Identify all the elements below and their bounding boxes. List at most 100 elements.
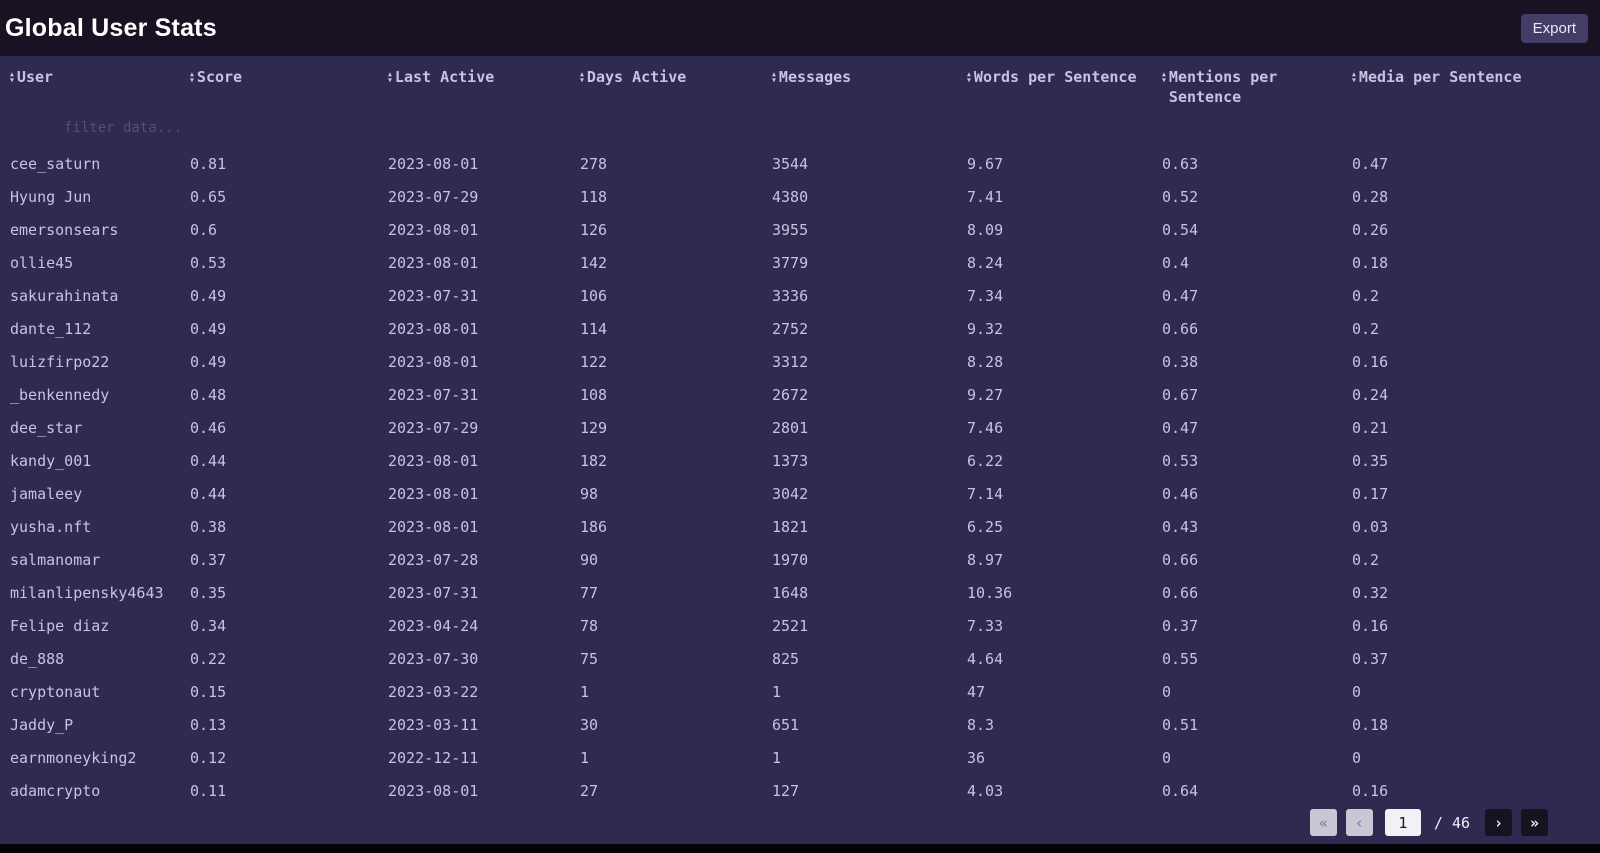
cell-messages: 127: [772, 781, 800, 800]
table-row: Felipe diaz 0.34 2023-04-24 78 2521 7.33 0.37 0…: [0, 610, 1600, 643]
cell-score: 0.38: [190, 517, 227, 536]
cell-messages: 2672: [772, 385, 809, 404]
cell-messages: 3042: [772, 484, 809, 503]
cell-last-active: 2023-08-01: [388, 253, 479, 272]
sort-down-arrow: ▼: [967, 76, 971, 85]
cell-mentions-per-sentence: 0: [1162, 748, 1172, 767]
cell-words-per-sentence: 9.27: [967, 385, 1004, 404]
table-row: ollie45 0.53 2023-08-01 142 3779 8.24 0.4 0.18: [0, 247, 1600, 280]
cell-messages: 1970: [772, 550, 809, 569]
sort-down-arrow: ▼: [388, 76, 392, 85]
sort-down-arrow: ▼: [1162, 76, 1166, 85]
cell-days-active: 186: [580, 517, 608, 536]
column-label: Score: [196, 68, 243, 86]
next-page-button[interactable]: ›: [1485, 809, 1512, 836]
sort-icon[interactable]: ▲ ▼: [10, 71, 14, 84]
cell-last-active: 2023-08-01: [388, 319, 479, 338]
sort-icon[interactable]: ▲ ▼: [1162, 71, 1166, 85]
cell-score: 0.6: [190, 220, 218, 239]
table-body: cee_saturn 0.81 2023-08-01 278 3544 9.67 0.63 0…: [0, 148, 1600, 808]
cell-messages: 1: [772, 682, 782, 701]
last-page-button[interactable]: »: [1521, 809, 1548, 836]
cell-days-active: 114: [580, 319, 608, 338]
cell-score: 0.49: [190, 286, 227, 305]
cell-days-active: 182: [580, 451, 608, 470]
column-header-mentions-per-sentence[interactable]: ▲ ▼ Mentions per Sentence: [1162, 56, 1352, 112]
sort-icon[interactable]: ▲ ▼: [190, 71, 194, 84]
cell-user: cryptonaut: [10, 682, 101, 701]
cell-last-active: 2023-07-29: [388, 418, 479, 437]
column-header-messages[interactable]: ▲ ▼ Messages: [772, 56, 967, 112]
cell-days-active: 126: [580, 220, 608, 239]
cell-user: de_888: [10, 649, 65, 668]
export-button[interactable]: Export: [1520, 13, 1588, 43]
sort-icon[interactable]: ▲ ▼: [772, 71, 776, 84]
cell-mentions-per-sentence: 0.43: [1162, 517, 1199, 536]
table-row: dee_star 0.46 2023-07-29 129 2801 7.46 0.47 0.2…: [0, 412, 1600, 445]
cell-last-active: 2023-07-29: [388, 187, 479, 206]
sort-icon[interactable]: ▲ ▼: [388, 71, 392, 85]
column-header-media-per-sentence[interactable]: ▲ ▼ Media per Sentence: [1352, 56, 1600, 112]
column-header-score[interactable]: ▲ ▼ Score: [190, 56, 388, 112]
cell-user: luizfirpo22: [10, 352, 110, 371]
prev-page-button[interactable]: ‹: [1345, 809, 1373, 836]
table-row: cee_saturn 0.81 2023-08-01 278 3544 9.67 0.63 0…: [0, 148, 1600, 181]
cell-last-active: 2023-08-01: [388, 154, 479, 173]
cell-user: emersonsears: [10, 220, 119, 239]
cell-score: 0.22: [190, 649, 227, 668]
sort-icon[interactable]: ▲ ▼: [967, 71, 971, 85]
cell-mentions-per-sentence: 0.66: [1162, 583, 1199, 602]
cell-messages: 2521: [772, 616, 809, 635]
cell-mentions-per-sentence: 0.4: [1162, 253, 1190, 272]
cell-mentions-per-sentence: 0.55: [1162, 649, 1199, 668]
cell-words-per-sentence: 7.41: [967, 187, 1004, 206]
table-row: sakurahinata 0.49 2023-07-31 106 3336 7.34 0.4…: [0, 280, 1600, 313]
column-header-user[interactable]: ▲ ▼ User: [0, 56, 190, 112]
cell-messages: 3312: [772, 352, 809, 371]
cell-score: 0.44: [190, 484, 227, 503]
cell-mentions-per-sentence: 0.47: [1162, 286, 1199, 305]
cell-last-active: 2023-07-30: [388, 649, 479, 668]
table-header-row: ▲ ▼ User ▲ ▼ Score ▲ ▼ Last Active ▲ ▼ Days Active ▲…: [0, 56, 1600, 112]
sort-icon[interactable]: ▲ ▼: [1352, 71, 1356, 84]
cell-mentions-per-sentence: 0.67: [1162, 385, 1199, 404]
cell-words-per-sentence: 6.25: [967, 517, 1004, 536]
total-pages: 46: [1451, 813, 1470, 832]
cell-score: 0.44: [190, 451, 227, 470]
cell-score: 0.53: [190, 253, 227, 272]
table-row: kandy_001 0.44 2023-08-01 182 1373 6.22 0.53 0.…: [0, 445, 1600, 478]
filter-input[interactable]: [0, 115, 180, 140]
cell-media-per-sentence: 0.16: [1352, 616, 1389, 635]
sort-down-arrow: ▼: [580, 76, 584, 85]
cell-last-active: 2023-07-31: [388, 385, 479, 404]
cell-score: 0.46: [190, 418, 227, 437]
column-header-last-active[interactable]: ▲ ▼ Last Active: [388, 56, 580, 112]
table-row: emersonsears 0.6 2023-08-01 126 3955 8.09 0.54…: [0, 214, 1600, 247]
cell-score: 0.37: [190, 550, 227, 569]
cell-days-active: 1: [580, 748, 590, 767]
column-header-days-active[interactable]: ▲ ▼ Days Active: [580, 56, 772, 112]
cell-score: 0.12: [190, 748, 227, 767]
sort-icon[interactable]: ▲ ▼: [580, 71, 584, 85]
cell-user: Jaddy_P: [10, 715, 74, 734]
cell-score: 0.49: [190, 352, 227, 371]
page-number-input[interactable]: [1384, 809, 1421, 836]
cell-user: earnmoneyking2: [10, 748, 137, 767]
cell-days-active: 1: [580, 682, 590, 701]
cell-days-active: 30: [580, 715, 599, 734]
cell-user: dee_star: [10, 418, 83, 437]
cell-days-active: 27: [580, 781, 599, 800]
table-row: jamaleey 0.44 2023-08-01 98 3042 7.14 0.46 0.17: [0, 478, 1600, 511]
cell-last-active: 2023-08-01: [388, 352, 479, 371]
bottom-bar: [0, 844, 1600, 853]
cell-media-per-sentence: 0.03: [1352, 517, 1389, 536]
column-label: Days Active: [586, 68, 687, 86]
cell-words-per-sentence: 8.24: [967, 253, 1004, 272]
cell-messages: 1373: [772, 451, 809, 470]
column-label: User: [16, 68, 54, 86]
first-page-button[interactable]: «: [1309, 809, 1337, 836]
cell-media-per-sentence: 0.24: [1352, 385, 1389, 404]
cell-words-per-sentence: 8.09: [967, 220, 1004, 239]
cell-score: 0.11: [190, 781, 227, 800]
column-header-words-per-sentence[interactable]: ▲ ▼ Words per Sentence: [967, 56, 1162, 112]
